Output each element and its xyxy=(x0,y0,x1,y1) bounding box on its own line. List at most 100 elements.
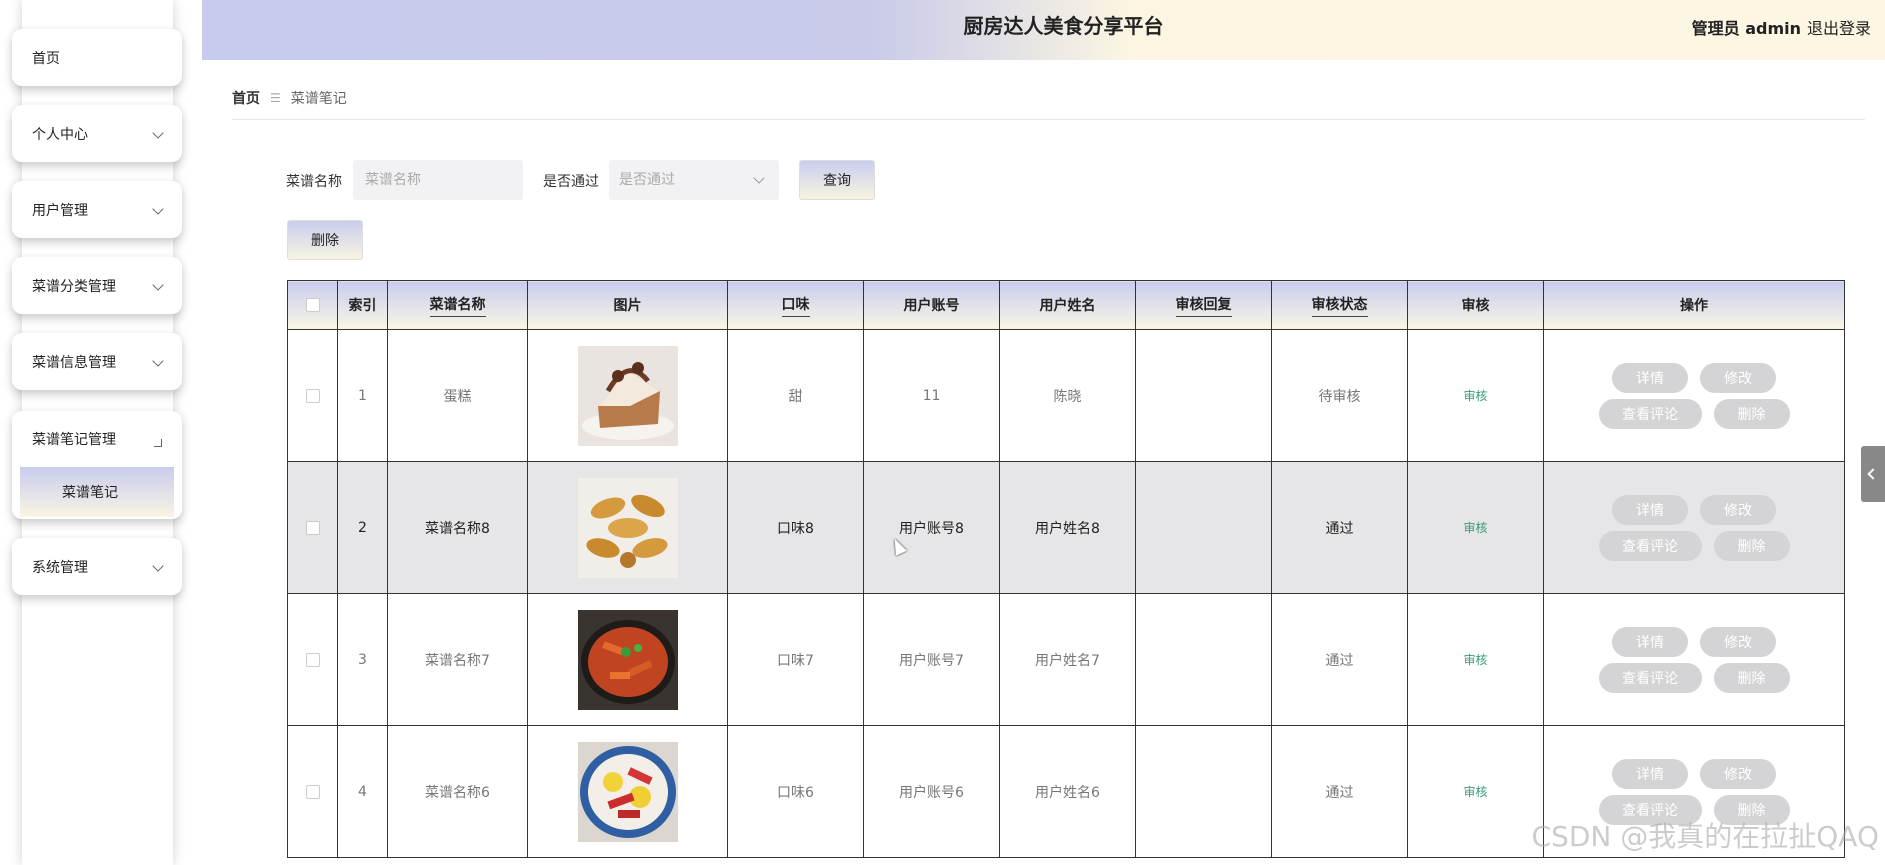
audit-link[interactable]: 审核 xyxy=(1463,653,1487,667)
sidebar-item-label: 菜谱笔记管理 xyxy=(32,432,116,448)
cell-taste: 口味7 xyxy=(727,593,864,726)
sidebar-item-recipe-notes-management[interactable]: 菜谱笔记管理 xyxy=(12,411,182,467)
edit-button[interactable]: 修改 xyxy=(1700,758,1776,789)
cell-index: 4 xyxy=(337,725,388,858)
sidebar-item-system-management[interactable]: 系统管理 xyxy=(12,538,182,595)
logout-link[interactable]: 退出登录 xyxy=(1807,15,1871,39)
sidebar-item-recipe-info[interactable]: 菜谱信息管理 xyxy=(12,333,182,390)
query-button[interactable]: 查询 xyxy=(799,160,875,200)
cell-audit: 审核 xyxy=(1407,725,1544,858)
pass-status-select-placeholder: 是否通过 xyxy=(619,172,675,188)
table-row: 3 菜谱名称7 口味7 用户账号7 用户姓名7 通过 审核 详情 修改 查看评论… xyxy=(287,593,1845,726)
cell-image xyxy=(527,329,728,462)
cell-username: 用户姓名6 xyxy=(999,725,1136,858)
cell-username: 用户姓名7 xyxy=(999,593,1136,726)
watermark: CSDN @我真的在拉扯QAQ xyxy=(1531,820,1879,853)
cell-audit: 审核 xyxy=(1407,329,1544,462)
column-header-label: 口味 xyxy=(781,294,810,317)
breadcrumb: 首页 ☰ 菜谱笔记 xyxy=(232,88,347,108)
app-title: 厨房达人美食分享平台 xyxy=(963,14,1164,38)
table-row: 2 菜谱名称8 口味8 用户账号8 用户姓名8 通过 审核 详情 修改 查看评论… xyxy=(287,461,1845,594)
edit-button[interactable]: 修改 xyxy=(1700,362,1776,393)
chevron-up-icon xyxy=(154,439,162,447)
cell-image xyxy=(527,461,728,594)
cell-index: 1 xyxy=(337,329,388,462)
view-comments-button[interactable]: 查看评论 xyxy=(1598,662,1702,693)
recipe-image xyxy=(577,741,678,842)
recipe-image xyxy=(577,345,678,446)
edit-button[interactable]: 修改 xyxy=(1700,626,1776,657)
delete-button[interactable]: 删除 xyxy=(1713,662,1790,693)
select-all-cell xyxy=(287,280,338,330)
recipe-name-label: 菜谱名称 xyxy=(286,174,342,190)
delete-button[interactable]: 删除 xyxy=(1713,530,1790,561)
row-select-cell xyxy=(287,725,338,858)
column-header: 操作 xyxy=(1543,280,1845,330)
cell-recipe-name: 菜谱名称8 xyxy=(387,461,528,594)
recipe-notes-table: 索引 菜谱名称 图片 口味 用户账号 用户姓名 审核回复 审核状态 审核 操作 … xyxy=(287,280,1845,858)
row-checkbox[interactable] xyxy=(305,388,320,403)
column-header: 索引 xyxy=(337,280,388,330)
row-checkbox[interactable] xyxy=(305,784,320,799)
sidebar: 首页 个人中心 用户管理 菜谱分类管理 菜谱信息管理 菜谱笔记管理 菜谱笔记 系… xyxy=(0,0,205,865)
column-header: 口味 xyxy=(727,280,864,330)
cell-account: 用户账号6 xyxy=(863,725,1000,858)
table-header-row: 索引 菜谱名称 图片 口味 用户账号 用户姓名 审核回复 审核状态 审核 操作 xyxy=(287,280,1845,330)
recipe-name-input[interactable] xyxy=(353,160,523,200)
column-header-label: 审核状态 xyxy=(1311,294,1368,317)
sidebar-item-label: 首页 xyxy=(32,50,60,67)
chevron-down-icon xyxy=(152,278,164,291)
cell-status: 通过 xyxy=(1271,593,1408,726)
column-header: 审核 xyxy=(1407,280,1544,330)
cell-reply xyxy=(1135,725,1272,858)
sidebar-subitem-recipe-notes[interactable]: 菜谱笔记 xyxy=(20,467,174,517)
detail-button[interactable]: 详情 xyxy=(1612,626,1688,657)
cell-status: 通过 xyxy=(1271,461,1408,594)
cell-account: 用户账号8 xyxy=(863,461,1000,594)
row-select-cell xyxy=(287,461,338,594)
collapse-tab-icon[interactable] xyxy=(1861,446,1885,502)
row-checkbox[interactable] xyxy=(305,520,320,535)
batch-delete-button[interactable]: 删除 xyxy=(287,220,363,260)
sidebar-item-personal-center[interactable]: 个人中心 xyxy=(12,105,182,162)
recipe-image xyxy=(577,477,678,578)
audit-link[interactable]: 审核 xyxy=(1463,389,1487,403)
detail-button[interactable]: 详情 xyxy=(1612,362,1688,393)
audit-link[interactable]: 审核 xyxy=(1463,785,1487,799)
select-all-checkbox[interactable] xyxy=(305,298,320,312)
sidebar-item-user-management[interactable]: 用户管理 xyxy=(12,181,182,238)
column-header: 审核回复 xyxy=(1135,280,1272,330)
cell-recipe-name: 菜谱名称6 xyxy=(387,725,528,858)
detail-button[interactable]: 详情 xyxy=(1612,758,1688,789)
sidebar-item-label: 菜谱信息管理 xyxy=(32,354,116,371)
view-comments-button[interactable]: 查看评论 xyxy=(1598,530,1702,561)
view-comments-button[interactable]: 查看评论 xyxy=(1598,398,1702,429)
sidebar-item-label: 个人中心 xyxy=(32,126,88,143)
delete-button[interactable]: 删除 xyxy=(1713,398,1790,429)
cell-status: 待审核 xyxy=(1271,329,1408,462)
pass-status-label: 是否通过 xyxy=(543,174,599,190)
cell-reply xyxy=(1135,461,1272,594)
cell-username: 用户姓名8 xyxy=(999,461,1136,594)
sidebar-item-home[interactable]: 首页 xyxy=(12,29,182,86)
sidebar-group-recipe-notes: 菜谱笔记管理 菜谱笔记 xyxy=(12,411,182,519)
cell-index: 3 xyxy=(337,593,388,726)
audit-link[interactable]: 审核 xyxy=(1463,521,1487,535)
column-header-label: 审核回复 xyxy=(1175,294,1232,317)
cell-account: 用户账号7 xyxy=(863,593,1000,726)
column-header: 用户姓名 xyxy=(999,280,1136,330)
column-header: 图片 xyxy=(527,280,728,330)
pass-status-select[interactable]: 是否通过 xyxy=(609,160,779,200)
breadcrumb-home[interactable]: 首页 xyxy=(232,88,260,108)
column-header: 用户账号 xyxy=(863,280,1000,330)
detail-button[interactable]: 详情 xyxy=(1612,494,1688,525)
column-header: 菜谱名称 xyxy=(387,280,528,330)
cell-image xyxy=(527,725,728,858)
cell-username: 陈晓 xyxy=(999,329,1136,462)
cell-image xyxy=(527,593,728,726)
edit-button[interactable]: 修改 xyxy=(1700,494,1776,525)
cell-taste: 甜 xyxy=(727,329,864,462)
cell-reply xyxy=(1135,593,1272,726)
sidebar-item-recipe-category[interactable]: 菜谱分类管理 xyxy=(12,257,182,314)
row-checkbox[interactable] xyxy=(305,652,320,667)
